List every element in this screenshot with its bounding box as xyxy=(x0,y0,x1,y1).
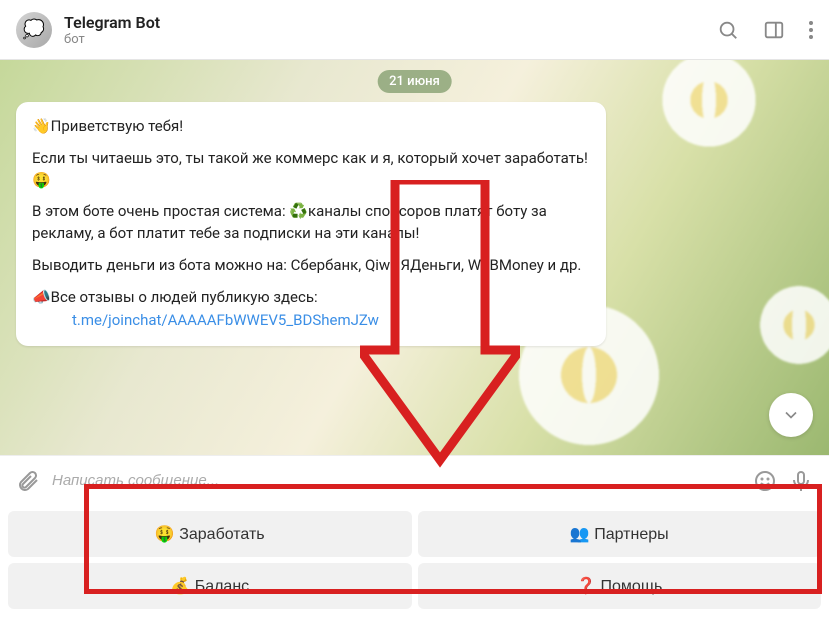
chat-header: 💭 Telegram Bot бот xyxy=(0,0,829,60)
chat-subtitle: бот xyxy=(64,32,717,47)
msg-line: 👋Приветствую тебя! xyxy=(32,116,590,138)
msg-line: 📣Все отзывы о людей публикую здесь: xyxy=(32,287,590,309)
bot-keyboard: 🤑 Заработать 👥 Партнеры 💰 Баланс ❓ Помощ… xyxy=(0,505,829,625)
chat-area: 21 июня 👋Приветствую тебя! Если ты читае… xyxy=(0,60,829,455)
bot-message[interactable]: 👋Приветствую тебя! Если ты читаешь это, … xyxy=(16,102,606,346)
msg-link[interactable]: t.me/joinchat/AAAAAFbWWEV5_BDShemJZw xyxy=(72,310,590,332)
date-badge: 21 июня xyxy=(377,70,452,93)
message-input[interactable] xyxy=(52,472,741,489)
help-button[interactable]: ❓ Помощь xyxy=(418,563,822,609)
msg-line: Если ты читаешь это, ты такой же коммерс… xyxy=(32,148,590,192)
search-icon[interactable] xyxy=(717,19,739,41)
earn-button[interactable]: 🤑 Заработать xyxy=(8,511,412,557)
menu-dots-icon[interactable] xyxy=(809,21,813,39)
balance-button[interactable]: 💰 Баланс xyxy=(8,563,412,609)
msg-line: В этом боте очень простая система: ♻️кан… xyxy=(32,201,590,245)
chat-title: Telegram Bot xyxy=(64,13,717,32)
attach-icon[interactable] xyxy=(16,469,40,493)
msg-line: Выводить деньги из бота можно на: Сберба… xyxy=(32,255,590,277)
partners-button[interactable]: 👥 Партнеры xyxy=(418,511,822,557)
avatar-emoji: 💭 xyxy=(23,19,45,40)
input-row xyxy=(0,455,829,505)
avatar[interactable]: 💭 xyxy=(16,12,52,48)
scroll-down-button[interactable] xyxy=(769,393,813,437)
mic-icon[interactable] xyxy=(789,469,813,493)
title-block[interactable]: Telegram Bot бот xyxy=(64,13,717,47)
emoji-icon[interactable] xyxy=(753,469,777,493)
chevron-down-icon xyxy=(781,405,801,425)
sidebar-icon[interactable] xyxy=(763,19,785,41)
